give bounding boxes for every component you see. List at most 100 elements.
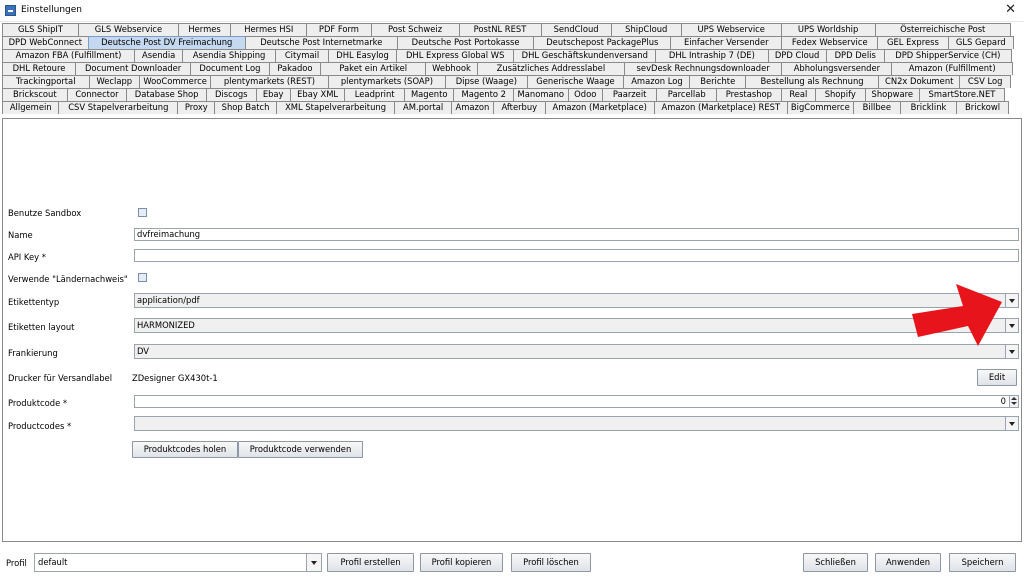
- tab-amazon-marketplace[interactable]: Amazon (Marketplace): [544, 101, 655, 114]
- tab-leadprint[interactable]: Leadprint: [344, 88, 405, 101]
- tab-odoo[interactable]: Odoo: [567, 88, 603, 101]
- close-icon[interactable]: ✕: [1005, 2, 1016, 17]
- tab-shopware[interactable]: Shopware: [864, 88, 921, 101]
- tab-magento-2[interactable]: Magento 2: [453, 88, 515, 101]
- layout-select[interactable]: HARMONIZED: [134, 318, 1019, 333]
- tab-sendcloud[interactable]: SendCloud: [540, 23, 612, 36]
- tab-dpd-delis[interactable]: DPD Delis: [825, 49, 885, 62]
- productcodes-select[interactable]: [134, 416, 1019, 431]
- produktcodes-holen-button[interactable]: Produktcodes holen: [132, 441, 238, 458]
- tab-shop-batch[interactable]: Shop Batch: [214, 101, 277, 114]
- tab-document-log[interactable]: Document Log: [190, 62, 270, 75]
- tab-paarzeit[interactable]: Paarzeit: [601, 88, 658, 101]
- tab-csv-stapelverarbeitung[interactable]: CSV Stapelverarbeitung: [58, 101, 179, 114]
- tab-am-portal[interactable]: AM.portal: [394, 101, 452, 114]
- tab-bestellung-als-rechnung[interactable]: Bestellung als Rechnung: [745, 75, 879, 88]
- tab-manomano[interactable]: Manomano: [513, 88, 569, 101]
- tab-bricklink[interactable]: Bricklink: [899, 101, 958, 114]
- spinner-icon[interactable]: [1009, 396, 1018, 407]
- tab-dhl-intraship-7-de[interactable]: DHL Intraship 7 (DE): [655, 49, 769, 62]
- tab-citymail[interactable]: Citymail: [274, 49, 330, 62]
- tab-amazon-marketplace-rest[interactable]: Amazon (Marketplace) REST: [653, 101, 788, 114]
- profil-select[interactable]: default: [34, 553, 322, 572]
- tab-plentymarkets-soap[interactable]: plentymarkets (SOAP): [327, 75, 447, 88]
- anwenden-button[interactable]: Anwenden: [875, 553, 941, 572]
- tab-gel-express[interactable]: GEL Express: [877, 36, 949, 49]
- edit-button[interactable]: Edit: [977, 369, 1017, 386]
- tab-amazon-fulfillment[interactable]: Amazon (Fulfillment): [891, 62, 1013, 75]
- tab-bigcommerce[interactable]: BigCommerce: [786, 101, 854, 114]
- tab-postnl-rest[interactable]: PostNL REST: [458, 23, 542, 36]
- name-field[interactable]: dvfreimachung: [134, 228, 1019, 241]
- tab-dpd-cloud[interactable]: DPD Cloud: [767, 49, 827, 62]
- chevron-down-icon[interactable]: [1005, 319, 1018, 332]
- tab-afterbuy[interactable]: Afterbuy: [492, 101, 546, 114]
- tab-fedex-webservice[interactable]: Fedex Webservice: [781, 36, 879, 49]
- tab-deutsche-post-portokasse[interactable]: Deutsche Post Portokasse: [396, 36, 535, 49]
- profil-kopieren-button[interactable]: Profil kopieren: [420, 553, 503, 572]
- tab-brickscout[interactable]: Brickscout: [2, 88, 68, 101]
- tab-billbee[interactable]: Billbee: [852, 101, 901, 114]
- tab-document-downloader[interactable]: Document Downloader: [74, 62, 192, 75]
- tab-sevdesk-rechnungsdownloader[interactable]: sevDesk Rechnungsdownloader: [623, 62, 783, 75]
- tab-deutsche-post-dv-freimachung[interactable]: Deutsche Post DV Freimachung: [87, 36, 246, 49]
- tab-dpd-shipperservice-ch[interactable]: DPD ShipperService (CH): [883, 49, 1012, 62]
- tab-dpd-webconnect[interactable]: DPD WebConnect: [2, 36, 89, 49]
- tab-smartstore-net[interactable]: SmartStore.NET: [919, 88, 1005, 101]
- profil-erstellen-button[interactable]: Profil erstellen: [327, 553, 414, 572]
- frankierung-select[interactable]: DV: [134, 344, 1019, 359]
- tab-brickowl[interactable]: Brickowl: [956, 101, 1009, 114]
- tab-woocommerce[interactable]: WooCommerce: [139, 75, 212, 88]
- tab-ups-worldship[interactable]: UPS Worldship: [780, 23, 876, 36]
- tab-generische-waage[interactable]: Generische Waage: [526, 75, 625, 88]
- tab-dhl-express-global-ws[interactable]: DHL Express Global WS: [396, 49, 515, 62]
- tab-paket-ein-artikel[interactable]: Paket ein Artikel: [320, 62, 427, 75]
- tab-hermes[interactable]: Hermes: [177, 23, 232, 36]
- tab-amazon-fba-fulfillment[interactable]: Amazon FBA (Fulfillment): [2, 49, 136, 62]
- tab-gls-gepard[interactable]: GLS Gepard: [947, 36, 1014, 49]
- tab-csv-log[interactable]: CSV Log: [959, 75, 1011, 88]
- tab-österreichische-post[interactable]: Österreichische Post: [874, 23, 1011, 36]
- tab-hermes-hsi[interactable]: Hermes HSI: [230, 23, 308, 36]
- tab-dipse-waage[interactable]: Dipse (Waage): [445, 75, 528, 88]
- chevron-down-icon[interactable]: [1005, 345, 1018, 358]
- tab-ebay[interactable]: Ebay: [255, 88, 291, 101]
- sandbox-checkbox[interactable]: [138, 208, 147, 217]
- tab-weclapp[interactable]: Weclapp: [88, 75, 141, 88]
- tab-prestashop[interactable]: Prestashop: [716, 88, 782, 101]
- etikettentyp-select[interactable]: application/pdf: [134, 293, 1019, 308]
- tab-cn2x-dokument[interactable]: CN2x Dokument: [878, 75, 961, 88]
- tab-shipcloud[interactable]: ShipCloud: [610, 23, 682, 36]
- tab-shopify[interactable]: Shopify: [815, 88, 866, 101]
- tab-amazon[interactable]: Amazon: [450, 101, 494, 114]
- tab-pdf-form[interactable]: PDF Form: [306, 23, 372, 36]
- tab-connector[interactable]: Connector: [66, 88, 128, 101]
- tab-pakadoo[interactable]: Pakadoo: [268, 62, 322, 75]
- tab-deutsche-post-internetmarke[interactable]: Deutsche Post Internetmarke: [244, 36, 398, 49]
- tab-dhl-retoure[interactable]: DHL Retoure: [2, 62, 76, 75]
- chevron-down-icon[interactable]: [306, 554, 321, 571]
- tab-proxy[interactable]: Proxy: [177, 101, 216, 114]
- tab-dhl-geschäftskundenversand[interactable]: DHL Geschäftskundenversand: [513, 49, 657, 62]
- chevron-down-icon[interactable]: [1005, 417, 1018, 430]
- tab-gls-shipit[interactable]: GLS ShipIT: [2, 23, 80, 36]
- speichern-button[interactable]: Speichern: [949, 553, 1016, 572]
- tab-berichte[interactable]: Berichte: [689, 75, 747, 88]
- schliessen-button[interactable]: Schließen: [803, 553, 868, 572]
- tab-abholungsversender[interactable]: Abholungsversender: [781, 62, 893, 75]
- tab-database-shop[interactable]: Database Shop: [126, 88, 208, 101]
- tab-plentymarkets-rest[interactable]: plentymarkets (REST): [210, 75, 329, 88]
- tab-trackingportal[interactable]: Trackingportal: [2, 75, 90, 88]
- apikey-field[interactable]: [134, 249, 1019, 262]
- tab-dhl-easylog[interactable]: DHL Easylog: [328, 49, 398, 62]
- tab-real[interactable]: Real: [780, 88, 817, 101]
- tab-asendia-shipping[interactable]: Asendia Shipping: [182, 49, 276, 62]
- tab-deutschepost-packageplus[interactable]: Deutschepost PackagePlus: [533, 36, 672, 49]
- produktcode-verwenden-button[interactable]: Produktcode verwenden: [238, 441, 363, 458]
- tab-gls-webservice[interactable]: GLS Webservice: [78, 23, 179, 36]
- tab-parcellab[interactable]: Parcellab: [656, 88, 718, 101]
- tab-zusätzliches-addresslabel[interactable]: Zusätzliches Addresslabel: [476, 62, 625, 75]
- laendernachweis-checkbox[interactable]: [138, 273, 147, 282]
- tab-amazon-log[interactable]: Amazon Log: [623, 75, 691, 88]
- tab-ups-webservice[interactable]: UPS Webservice: [680, 23, 782, 36]
